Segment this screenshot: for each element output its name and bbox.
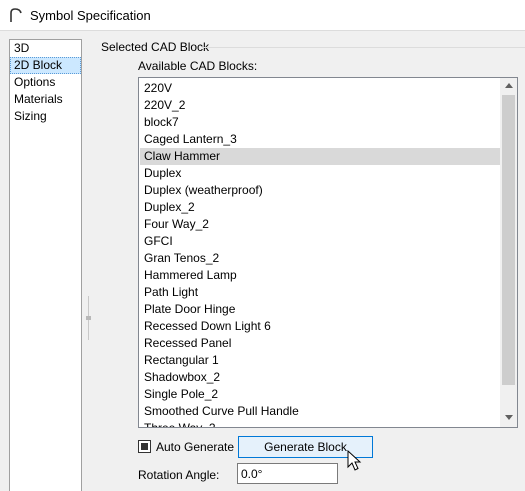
- scrollbar-thumb[interactable]: [502, 95, 515, 385]
- list-item[interactable]: Three Way_2: [140, 420, 501, 427]
- auto-generate-label[interactable]: Auto Generate: [156, 440, 234, 454]
- list-item[interactable]: Recessed Down Light 6: [140, 318, 501, 335]
- checkbox-indeterminate-mark: [141, 443, 148, 450]
- available-blocks-label: Available CAD Blocks:: [138, 59, 258, 73]
- list-item[interactable]: Rectangular 1: [140, 352, 501, 369]
- scroll-up-arrow-icon[interactable]: [500, 78, 517, 95]
- list-item[interactable]: Hammered Lamp: [140, 267, 501, 284]
- cad-block-list[interactable]: 220V 220V_2 block7 Caged Lantern_3 Claw Hamm…: [138, 77, 518, 428]
- list-item[interactable]: Smoothed Curve Pull Handle: [140, 403, 501, 420]
- list-item[interactable]: Duplex: [140, 165, 501, 182]
- cad-block-items: 220V 220V_2 block7 Caged Lantern_3 Claw Hamm…: [140, 80, 501, 427]
- nav-item-materials[interactable]: Materials: [10, 91, 81, 108]
- list-item[interactable]: GFCI: [140, 233, 501, 250]
- list-item[interactable]: Duplex_2: [140, 199, 501, 216]
- nav-item-options[interactable]: Options: [10, 74, 81, 91]
- nav-item-2d-block[interactable]: 2D Block: [10, 57, 81, 74]
- list-item[interactable]: Recessed Panel: [140, 335, 501, 352]
- list-item[interactable]: block7: [140, 114, 501, 131]
- vertical-scrollbar[interactable]: [500, 78, 517, 427]
- pane-splitter[interactable]: [86, 296, 91, 340]
- list-item[interactable]: Duplex (weatherproof): [140, 182, 501, 199]
- list-item[interactable]: 220V: [140, 80, 501, 97]
- scroll-down-arrow-icon[interactable]: [500, 410, 517, 427]
- list-item[interactable]: Path Light: [140, 284, 501, 301]
- nav-item-sizing[interactable]: Sizing: [10, 108, 81, 125]
- list-item[interactable]: Claw Hammer: [140, 148, 501, 165]
- nav-item-3d[interactable]: 3D: [10, 40, 81, 57]
- list-item[interactable]: Caged Lantern_3: [140, 131, 501, 148]
- app-icon: [8, 7, 24, 23]
- list-item[interactable]: 220V_2: [140, 97, 501, 114]
- auto-generate-checkbox[interactable]: [138, 440, 151, 453]
- list-item[interactable]: Shadowbox_2: [140, 369, 501, 386]
- title-bar: Symbol Specification: [0, 0, 525, 31]
- list-item[interactable]: Four Way_2: [140, 216, 501, 233]
- list-item[interactable]: Single Pole_2: [140, 386, 501, 403]
- mouse-pointer-icon: [347, 450, 362, 471]
- window-title: Symbol Specification: [30, 8, 151, 23]
- group-divider: [202, 47, 525, 48]
- list-item[interactable]: Plate Door Hinge: [140, 301, 501, 318]
- list-item[interactable]: Gran Tenos_2: [140, 250, 501, 267]
- category-nav[interactable]: 3D 2D Block Options Materials Sizing: [9, 39, 82, 491]
- group-label: Selected CAD Block: [101, 40, 210, 54]
- rotation-angle-input[interactable]: [237, 463, 338, 484]
- rotation-angle-label: Rotation Angle:: [138, 468, 220, 482]
